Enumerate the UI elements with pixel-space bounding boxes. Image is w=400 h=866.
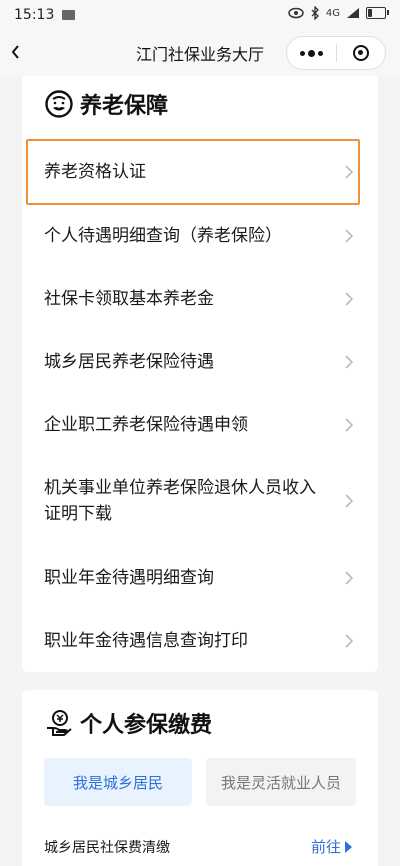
chevron-right-icon <box>345 571 354 585</box>
back-icon[interactable] <box>8 37 34 67</box>
tab-flexible-employment[interactable]: 我是灵活就业人员 <box>206 758 356 806</box>
tab-urban-rural-resident[interactable]: 我是城乡居民 <box>44 758 192 806</box>
menu-item-enterprise-pension[interactable]: 企业职工养老保险待遇申领 <box>44 412 356 438</box>
status-icons: 4G <box>288 6 389 20</box>
list-item-resident-fee-payment[interactable]: 城乡居民社保费清缴 前往 <box>44 836 352 857</box>
menu-item-pension-auth[interactable]: 养老资格认证 <box>44 159 356 185</box>
insurance-section-title: 个人参保缴费 <box>80 713 213 738</box>
hand-coin-icon <box>47 710 72 736</box>
pension-section-title: 养老保障 <box>80 94 169 119</box>
signal-icon <box>347 8 359 18</box>
menu-item-social-card-pension[interactable]: 社保卡领取基本养老金 <box>44 286 356 312</box>
chevron-right-icon <box>345 494 354 508</box>
chevron-right-icon <box>345 165 354 179</box>
dot-icon <box>308 49 315 57</box>
eye-icon <box>288 7 304 19</box>
battery-icon <box>366 7 389 19</box>
chevron-right-icon <box>345 418 354 432</box>
menu-item-label: 社保卡领取基本养老金 <box>44 289 214 309</box>
chevron-right-icon <box>345 229 354 243</box>
go-link-label: 前往 <box>310 838 341 856</box>
dot-icon <box>300 50 305 56</box>
menu-item-annuity-print[interactable]: 职业年金待遇信息查询打印 <box>44 628 356 654</box>
dot-icon <box>318 50 323 56</box>
menu-item-label: 养老资格认证 <box>44 162 146 182</box>
menu-item-label: 企业职工养老保险待遇申领 <box>44 415 248 435</box>
menu-item-label: 机关事业单位养老保险退休人员收入证明下载 <box>44 478 316 524</box>
target-icon <box>352 45 369 61</box>
menu-item-annuity-detail[interactable]: 职业年金待遇明细查询 <box>44 565 356 591</box>
menu-item-label: 职业年金待遇明细查询 <box>44 568 214 588</box>
status-time: 15:13 <box>14 7 55 23</box>
signal-type: 4G <box>325 7 340 19</box>
list-item-label: 城乡居民社保费清缴 <box>44 839 170 856</box>
play-arrow-icon <box>345 840 352 853</box>
menu-item-label: 城乡居民养老保险待遇 <box>44 352 214 372</box>
menu-item-label: 职业年金待遇信息查询打印 <box>44 631 248 651</box>
menu-item-benefit-detail[interactable]: 个人待遇明细查询（养老保险） <box>44 223 356 249</box>
status-bar: 15:13 4G <box>0 0 400 30</box>
chevron-right-icon <box>345 355 354 369</box>
more-button[interactable] <box>287 49 336 57</box>
pension-section-header: 养老保障 <box>44 88 168 120</box>
menu-item-income-certificate[interactable]: 机关事业单位养老保险退休人员收入证明下载 <box>44 475 356 527</box>
insurance-section-header: 个人参保缴费 <box>44 707 212 739</box>
mini-program-capsule <box>286 36 386 70</box>
menu-item-resident-pension[interactable]: 城乡居民养老保险待遇 <box>44 349 356 375</box>
bluetooth-icon <box>311 6 319 20</box>
close-button[interactable] <box>337 45 385 61</box>
chevron-right-icon <box>345 292 354 306</box>
elder-face-icon <box>45 90 73 118</box>
nav-bar: 江门社保业务大厅 <box>0 30 400 76</box>
chevron-right-icon <box>345 634 354 648</box>
menu-item-label: 个人待遇明细查询（养老保险） <box>44 226 282 246</box>
page-title: 江门社保业务大厅 <box>135 45 264 64</box>
mail-icon <box>62 10 76 20</box>
go-link[interactable]: 前往 <box>311 836 352 857</box>
